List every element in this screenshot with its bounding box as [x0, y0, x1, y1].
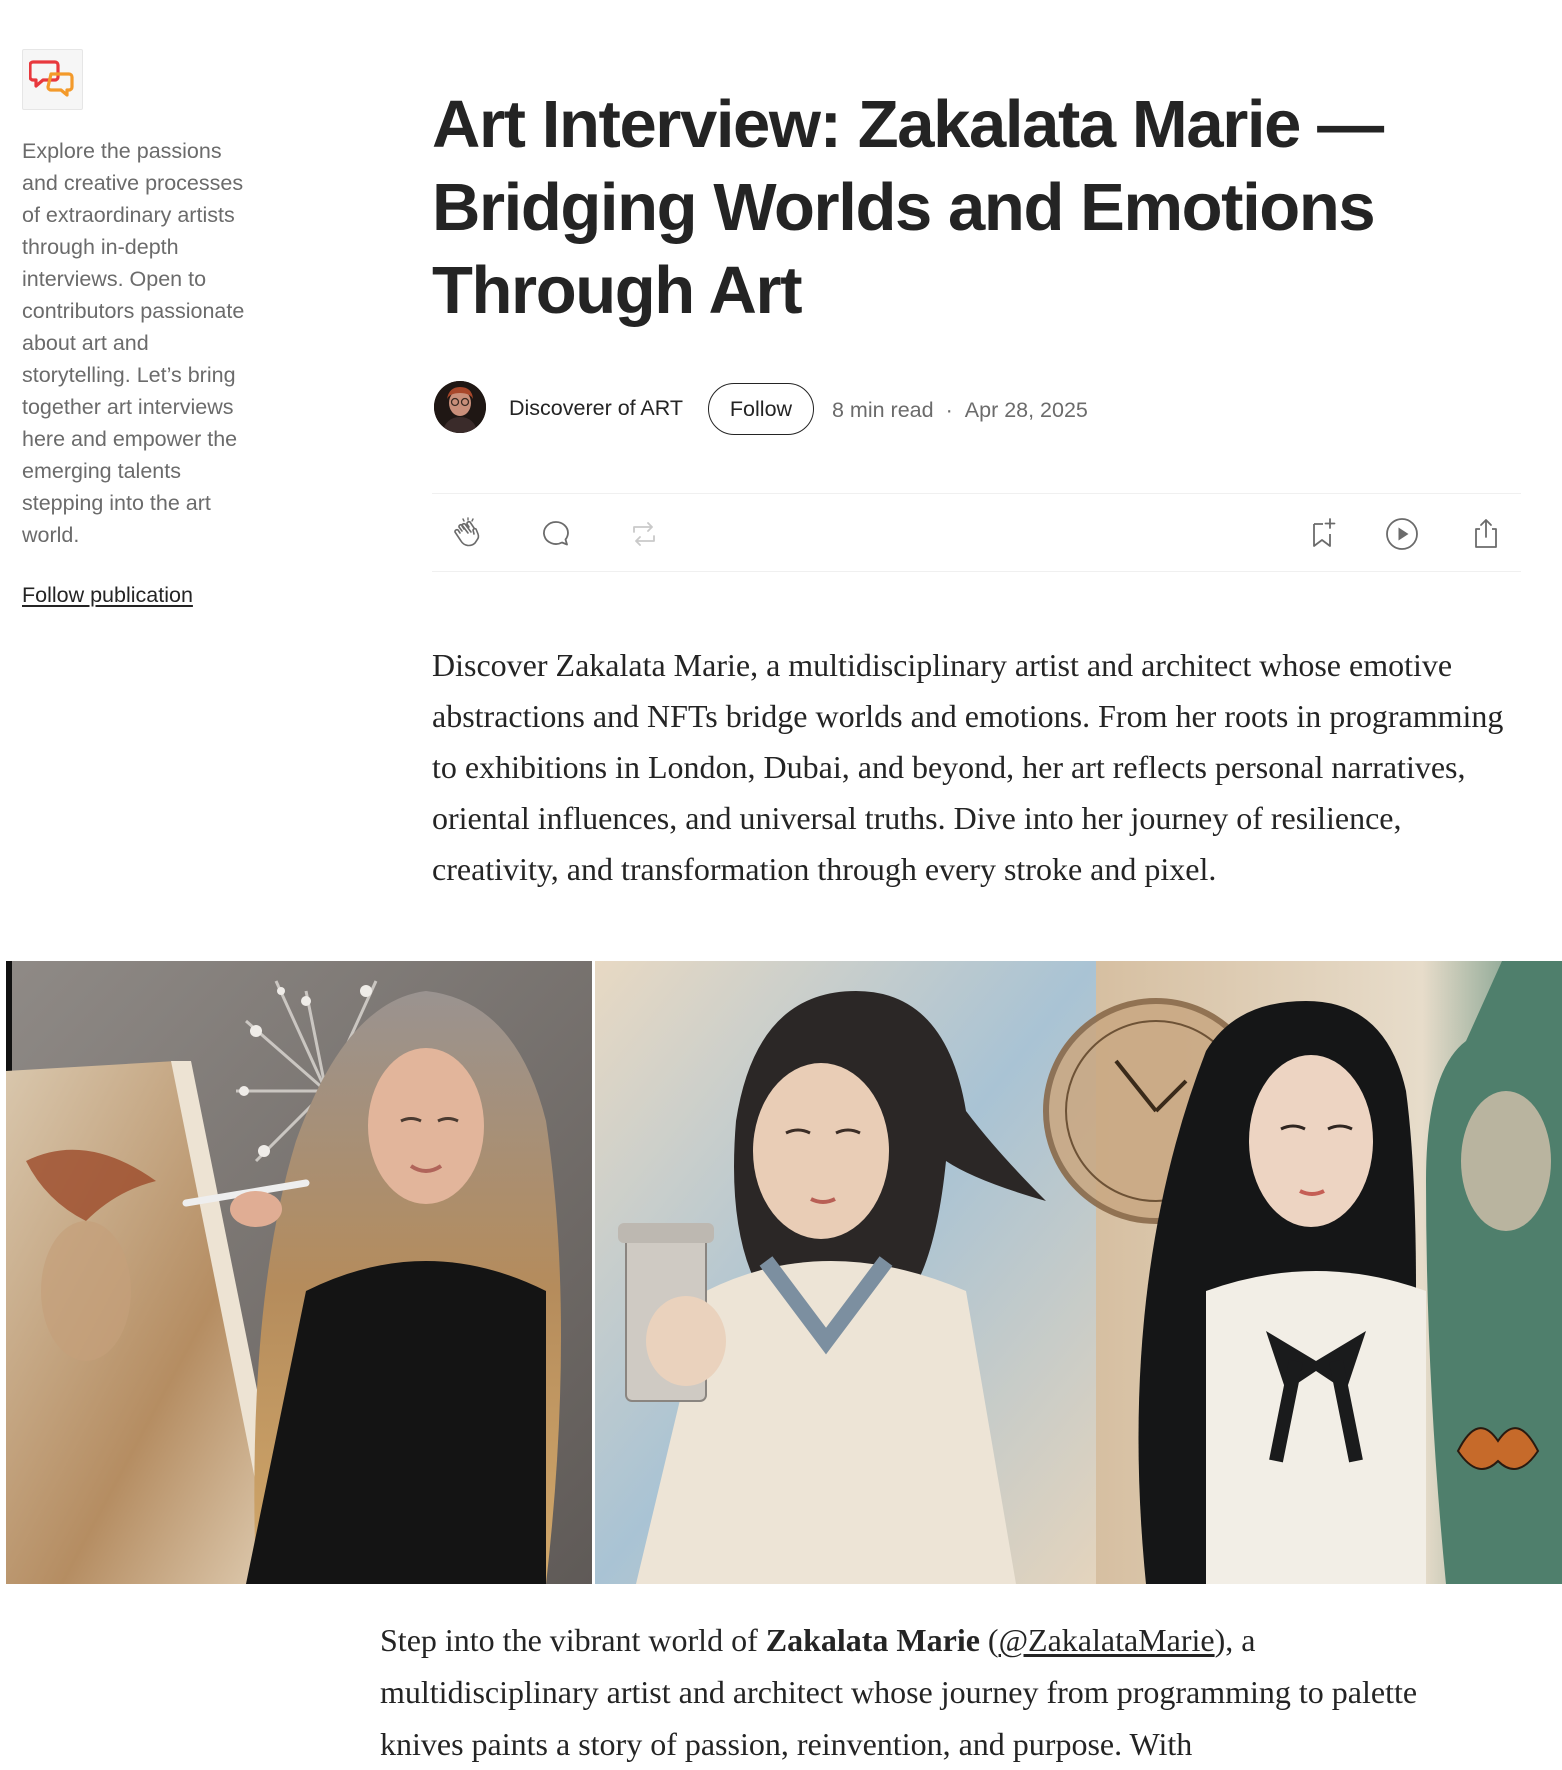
- follow-author-button[interactable]: Follow: [708, 383, 814, 435]
- speech-bubbles-icon: [29, 60, 74, 97]
- comment-button[interactable]: [534, 512, 578, 556]
- meta-separator: ·: [945, 398, 953, 422]
- article-meta: 8 min read · Apr 28, 2025: [832, 398, 1088, 422]
- clap-button[interactable]: [446, 512, 490, 556]
- author-avatar[interactable]: [434, 381, 486, 433]
- comment-icon: [543, 521, 569, 546]
- artist-handle-link[interactable]: @ZakalataMarie: [999, 1622, 1215, 1658]
- publication-logo[interactable]: [22, 49, 83, 110]
- share-button[interactable]: [1464, 512, 1508, 556]
- article-title: Art Interview: Zakalata Marie — Bridging…: [432, 87, 1384, 328]
- repost-icon: [633, 522, 655, 546]
- body-text-2: (: [979, 1622, 999, 1658]
- clap-icon: [454, 517, 480, 547]
- bookmark-add-icon: [1313, 518, 1336, 547]
- read-time: 8 min read: [832, 398, 934, 422]
- listen-button[interactable]: [1380, 512, 1424, 556]
- play-icon: [1386, 518, 1418, 550]
- repost-button[interactable]: [622, 512, 666, 556]
- publish-date: Apr 28, 2025: [964, 398, 1088, 422]
- article-intro: Discover Zakalata Marie, a multidiscipli…: [432, 647, 1504, 887]
- article-body-paragraph: Step into the vibrant world of Zakalata …: [380, 1614, 1470, 1770]
- hero-image: [6, 961, 1562, 1584]
- follow-publication-link[interactable]: Follow publication: [22, 579, 193, 611]
- bookmark-button[interactable]: [1300, 512, 1344, 556]
- author-name[interactable]: Discoverer of ART: [509, 396, 683, 420]
- publication-description: Explore the passions and creative proces…: [22, 139, 245, 547]
- body-text-1: Step into the vibrant world of: [380, 1622, 766, 1658]
- share-icon: [1475, 519, 1497, 548]
- artist-name: Zakalata Marie: [765, 1622, 980, 1658]
- article-action-bar: [432, 493, 1521, 572]
